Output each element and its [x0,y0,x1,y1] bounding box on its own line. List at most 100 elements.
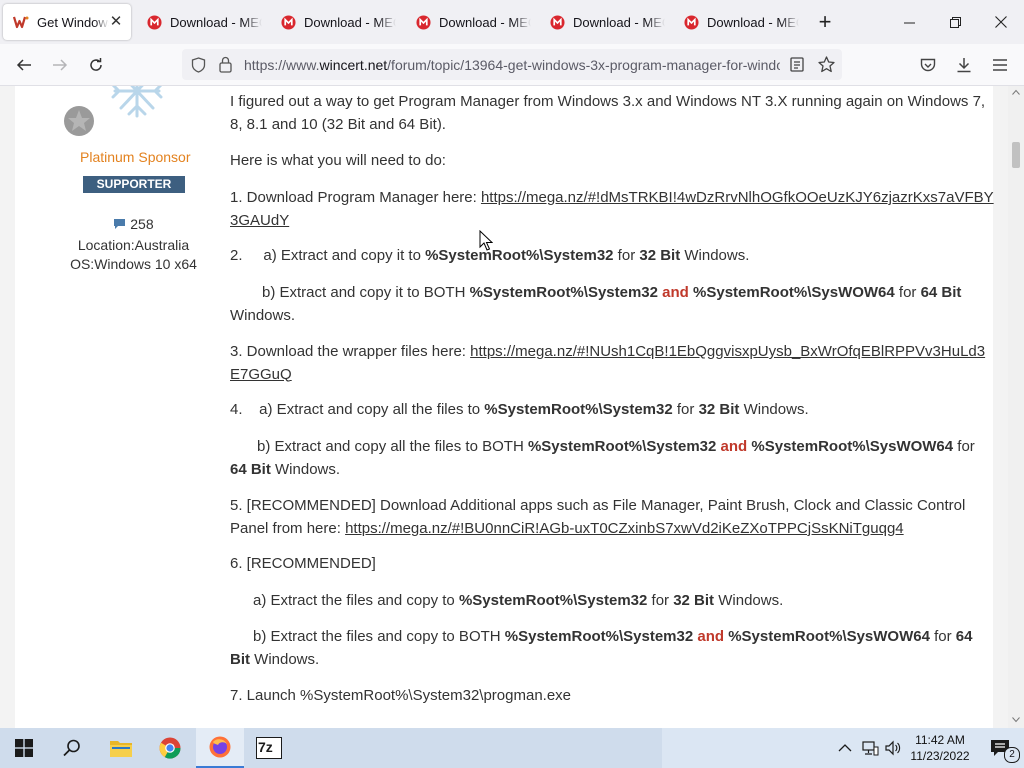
bit-label: 64 Bit [230,460,271,478]
tab-mega-3[interactable]: Download - MEGA [405,4,533,40]
tab-mega-1[interactable]: Download - MEGA [136,4,264,40]
url-prefix: https://www. [244,57,320,73]
hamburger-menu-icon [993,59,1007,71]
navigation-toolbar: https://www.wincert.net/forum/topic/1396… [0,44,1024,86]
back-button[interactable] [11,52,37,78]
page-viewport: Platinum Sponsor SUPPORTER 258 Location:… [0,86,1024,728]
tab-mega-2[interactable]: Download - MEGA [270,4,398,40]
for-text: for [953,438,975,455]
tab-get-windows[interactable]: Get Windows 3.x ✕ [3,4,131,40]
step-6: 6. [RECOMMENDED] [230,555,376,572]
volume-icon[interactable] [885,740,901,756]
downloads-button[interactable] [951,52,977,78]
arrow-right-icon [53,59,68,71]
page-scrollbar[interactable] [1008,86,1024,728]
windows-text: Windows. [250,650,320,668]
restore-button[interactable] [932,0,978,44]
lock-icon[interactable] [219,56,232,73]
post-needs: Here is what you will need to do: [230,152,446,169]
7zip-taskbar-button[interactable]: 7z [245,728,293,768]
bit-label: 32 Bit [698,401,740,418]
bit-label: 64 Bit [920,284,962,301]
chrome-icon [159,737,181,759]
menu-button[interactable] [987,52,1013,78]
pocket-icon [920,58,936,71]
restore-icon [949,16,961,28]
scroll-down-icon[interactable] [1012,717,1020,723]
system-tray [838,728,901,768]
forward-button[interactable] [47,52,73,78]
step-5: 5. [RECOMMENDED] Download Additional app… [230,495,995,540]
address-bar[interactable]: https://www.wincert.net/forum/topic/1396… [182,49,842,80]
close-tab-icon[interactable]: ✕ [107,13,125,31]
additional-apps-download-link[interactable]: https://mega.nz/#!BU0nnCiR!AGb-uxT0CZxin… [345,520,904,537]
taskbar-clock[interactable]: 11:42 AM 11/23/2022 [905,732,975,764]
scrollbar-thumb[interactable] [1012,142,1020,168]
system32-path: %SystemRoot%\System32 [504,628,694,645]
windows-taskbar: 7z 11:42 AM 11/23/2022 2 [0,728,1024,768]
tab-strip: Get Windows 3.x ✕ Download - MEGA Downlo… [0,0,1024,44]
wincert-logo-icon [13,14,29,30]
pocket-button[interactable] [915,52,941,78]
firefox-taskbar-button[interactable] [196,728,244,768]
tab-title: Download - MEGA [304,14,396,30]
tab-mega-5[interactable]: Download - MEGA [673,4,801,40]
action-center-button[interactable]: 2 [976,728,1024,768]
mega-logo-icon [146,14,162,30]
post-intro: I figured out a way to get Program Manag… [230,93,986,133]
step-2b: b) Extract and copy it to BOTH %SystemRo… [230,282,995,327]
windows-text: Windows. [230,306,296,324]
step-4b: b) Extract and copy all the files to BOT… [230,436,995,481]
step-text: b) Extract the files and copy to BOTH [253,628,505,645]
and-text: and [658,284,694,301]
step-text: b) Extract and copy all the files to BOT… [257,438,528,455]
author-os: OS:Windows 10 x64 [70,256,197,272]
step-text: a) Extract the files and copy to [253,592,459,609]
chrome-taskbar-button[interactable] [146,728,194,768]
windows-text: Windows. [680,247,750,264]
mega-logo-icon [683,14,699,30]
post-count-value: 258 [130,216,154,232]
system32-path: %SystemRoot%\System32 [458,592,648,609]
tab-title: Download - MEGA [707,14,799,30]
file-explorer-taskbar-button[interactable] [97,728,145,768]
tab-title: Get Windows 3.x [37,14,109,30]
new-tab-button[interactable]: + [802,0,848,44]
for-text: for [894,284,921,301]
7zip-label: 7z [258,739,273,755]
url-text[interactable]: https://www.wincert.net/forum/topic/1396… [244,57,780,73]
reader-view-icon[interactable] [790,57,805,72]
supporter-badge: SUPPORTER [83,176,185,193]
start-button[interactable] [0,728,48,768]
post-count: 258 [15,216,252,232]
clock-date: 11/23/2022 [910,749,970,763]
bit-label: 32 Bit [639,247,681,264]
step-1: 1. Download Program Manager here: https:… [230,187,995,232]
step-text: 4. a) Extract and copy all the files to [230,401,485,418]
chevron-up-icon[interactable] [838,743,852,753]
taskbar-search-button[interactable] [48,728,96,768]
step-2a: 2. a) Extract and copy it to %SystemRoot… [230,245,995,268]
author-location: Location:Australia [77,237,190,253]
mouse-cursor-icon [479,230,493,251]
and-text: and [716,438,752,455]
shield-icon[interactable] [191,57,206,73]
windows-text: Windows. [714,592,784,609]
bookmark-star-icon[interactable] [818,56,835,73]
close-window-button[interactable] [978,0,1024,44]
tab-mega-4[interactable]: Download - MEGA [539,4,667,40]
step-3: 3. Download the wrapper files here: http… [230,341,995,386]
author-rank[interactable]: Platinum Sponsor [80,149,191,165]
system32-path: %SystemRoot%\System32 [469,284,658,301]
syswow64-path: %SystemRoot%\SysWOW64 [751,438,954,455]
step-text: 2. a) Extract and copy it to [230,247,426,264]
reload-button[interactable] [83,52,109,78]
network-icon[interactable] [862,740,879,756]
mega-logo-icon [280,14,296,30]
url-path: /forum/topic/13964-get-windows-3x-progra… [387,57,780,73]
url-domain: wincert.net [319,57,388,73]
for-text: for [929,628,956,645]
search-icon [63,739,80,757]
minimize-button[interactable] [886,0,932,44]
scroll-up-icon[interactable] [1012,89,1020,95]
